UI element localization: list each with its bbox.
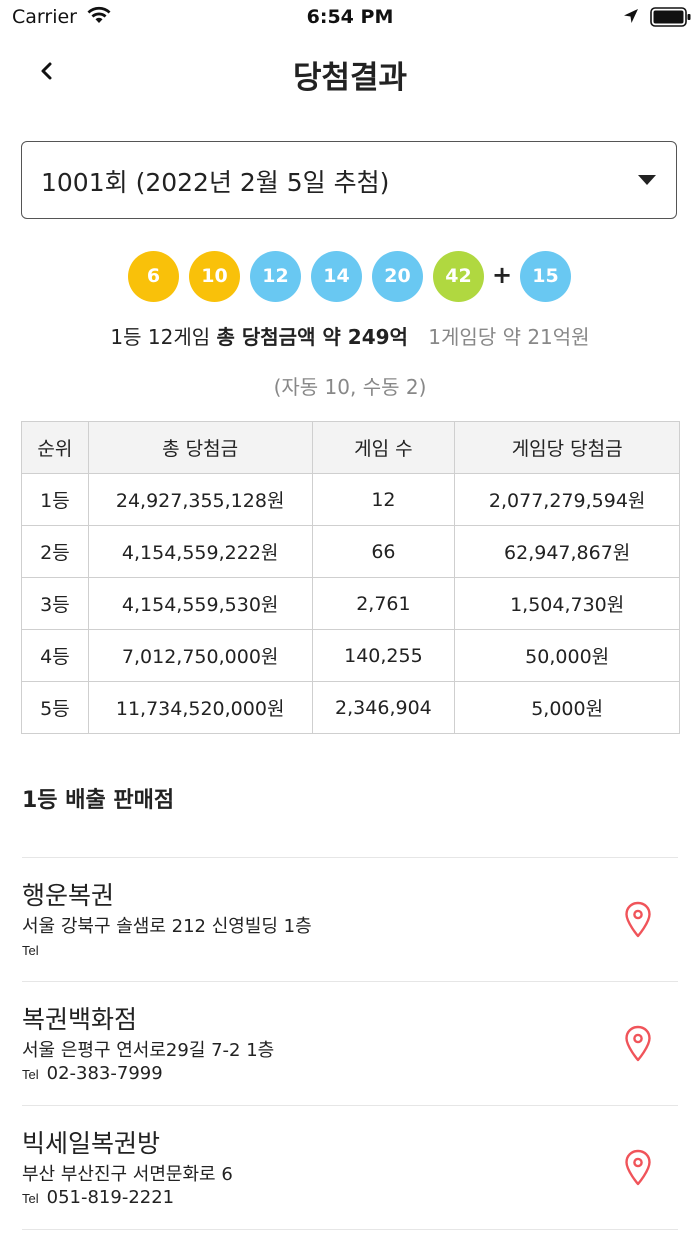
store-name: 빅세일복권방 xyxy=(22,1129,161,1158)
table-row: 5등 11,734,520,000원 2,346,904 5,000원 xyxy=(21,681,680,734)
map-pin-icon[interactable] xyxy=(624,1149,652,1187)
header-total-prize: 총 당첨금 xyxy=(87,421,313,474)
store-name: 복권백화점 xyxy=(22,1005,138,1034)
number-ball: 14 xyxy=(311,251,362,302)
store-address: 부산 부산진구 서면문화로 6 xyxy=(22,1164,233,1185)
cell-rank: 5등 xyxy=(21,681,89,734)
caret-down-icon xyxy=(638,175,656,185)
auto-manual-count: (자동 10, 수동 2) xyxy=(273,375,427,399)
store-tel: 051-819-2221 xyxy=(46,1187,175,1208)
table-header-row: 순위 총 당첨금 게임 수 게임당 당첨금 xyxy=(21,421,680,474)
list-item[interactable]: 빅세일복권방 부산 부산진구 서면문화로 6 Tel 051-819-2221 xyxy=(22,1105,678,1230)
cell-game-count: 2,761 xyxy=(311,577,456,630)
summary-total: 총 당첨금액 약 249억 xyxy=(216,325,408,349)
navigation-bar: 당첨결과 xyxy=(0,40,700,102)
cell-prize-per-game: 50,000원 xyxy=(454,629,680,682)
store-tel-row: Tel 02-383-7999 xyxy=(22,1063,163,1084)
store-address: 서울 강북구 솔샘로 212 신영빌딩 1층 xyxy=(22,916,312,937)
cell-total-prize: 4,154,559,530원 xyxy=(87,577,313,630)
winning-numbers: 6 10 12 14 20 42 + 15 xyxy=(0,251,700,303)
cell-game-count: 12 xyxy=(311,473,456,526)
cell-total-prize: 24,927,355,128원 xyxy=(87,473,313,526)
tel-label: Tel xyxy=(22,1067,39,1082)
store-tel: 02-383-7999 xyxy=(46,1063,163,1084)
prize-table: 순위 총 당첨금 게임 수 게임당 당첨금 1등 24,927,355,128원… xyxy=(21,421,680,734)
table-row: 1등 24,927,355,128원 12 2,077,279,594원 xyxy=(21,473,680,526)
plus-sign: + xyxy=(492,261,513,289)
store-tel-row: Tel xyxy=(22,939,47,960)
list-item[interactable]: 행운복권 서울 강북구 솔샘로 212 신영빌딩 1층 Tel xyxy=(22,857,678,981)
header-game-count: 게임 수 xyxy=(311,421,456,474)
map-pin-icon[interactable] xyxy=(624,901,652,939)
location-arrow-icon xyxy=(624,9,638,23)
number-ball: 20 xyxy=(372,251,423,302)
table-row: 4등 7,012,750,000원 140,255 50,000원 xyxy=(21,629,680,682)
round-select[interactable]: 1001회 (2022년 2월 5일 추첨) xyxy=(21,141,677,219)
summary-games: 1등 12게임 xyxy=(110,325,211,349)
prize-summary: 1등 12게임 총 당첨금액 약 249억 1게임당 약 21억원 xyxy=(0,321,700,350)
store-list: 행운복권 서울 강북구 솔샘로 212 신영빌딩 1층 Tel 복권백화점 서울… xyxy=(22,857,678,1230)
cell-total-prize: 7,012,750,000원 xyxy=(87,629,313,682)
table-row: 3등 4,154,559,530원 2,761 1,504,730원 xyxy=(21,577,680,630)
list-item[interactable]: 복권백화점 서울 은평구 연서로29길 7-2 1층 Tel 02-383-799… xyxy=(22,981,678,1105)
cell-game-count: 2,346,904 xyxy=(311,681,456,734)
tel-label: Tel xyxy=(22,1191,39,1206)
cell-rank: 1등 xyxy=(21,473,89,526)
tel-label: Tel xyxy=(22,943,39,958)
round-select-value: 1001회 (2022년 2월 5일 추첨) xyxy=(41,168,390,197)
header-prize-per-game: 게임당 당첨금 xyxy=(454,421,680,474)
table-row: 2등 4,154,559,222원 66 62,947,867원 xyxy=(21,525,680,578)
cell-rank: 3등 xyxy=(21,577,89,630)
number-ball: 42 xyxy=(433,251,484,302)
cell-total-prize: 11,734,520,000원 xyxy=(87,681,313,734)
number-ball: 6 xyxy=(128,251,179,302)
status-bar: Carrier 6:54 PM xyxy=(0,0,700,38)
page-title: 당첨결과 xyxy=(292,60,408,96)
clock: 6:54 PM xyxy=(306,6,394,28)
cell-prize-per-game: 2,077,279,594원 xyxy=(454,473,680,526)
cell-total-prize: 4,154,559,222원 xyxy=(87,525,313,578)
cell-prize-per-game: 1,504,730원 xyxy=(454,577,680,630)
bonus-ball: 15 xyxy=(520,251,571,302)
cell-rank: 4등 xyxy=(21,629,89,682)
battery-icon xyxy=(650,7,691,27)
header-rank: 순위 xyxy=(21,421,89,474)
store-address: 서울 은평구 연서로29길 7-2 1층 xyxy=(22,1040,275,1061)
cell-rank: 2등 xyxy=(21,525,89,578)
cell-prize-per-game: 5,000원 xyxy=(454,681,680,734)
store-tel-row: Tel 051-819-2221 xyxy=(22,1187,174,1208)
section-title-first-prize-stores: 1등 배출 판매점 xyxy=(22,788,175,813)
number-ball: 10 xyxy=(189,251,240,302)
number-ball: 12 xyxy=(250,251,301,302)
store-name: 행운복권 xyxy=(22,881,115,910)
map-pin-icon[interactable] xyxy=(624,1025,652,1063)
summary-per-game: 1게임당 약 21억원 xyxy=(428,325,590,349)
cell-game-count: 140,255 xyxy=(311,629,456,682)
cell-prize-per-game: 62,947,867원 xyxy=(454,525,680,578)
cell-game-count: 66 xyxy=(311,525,456,578)
